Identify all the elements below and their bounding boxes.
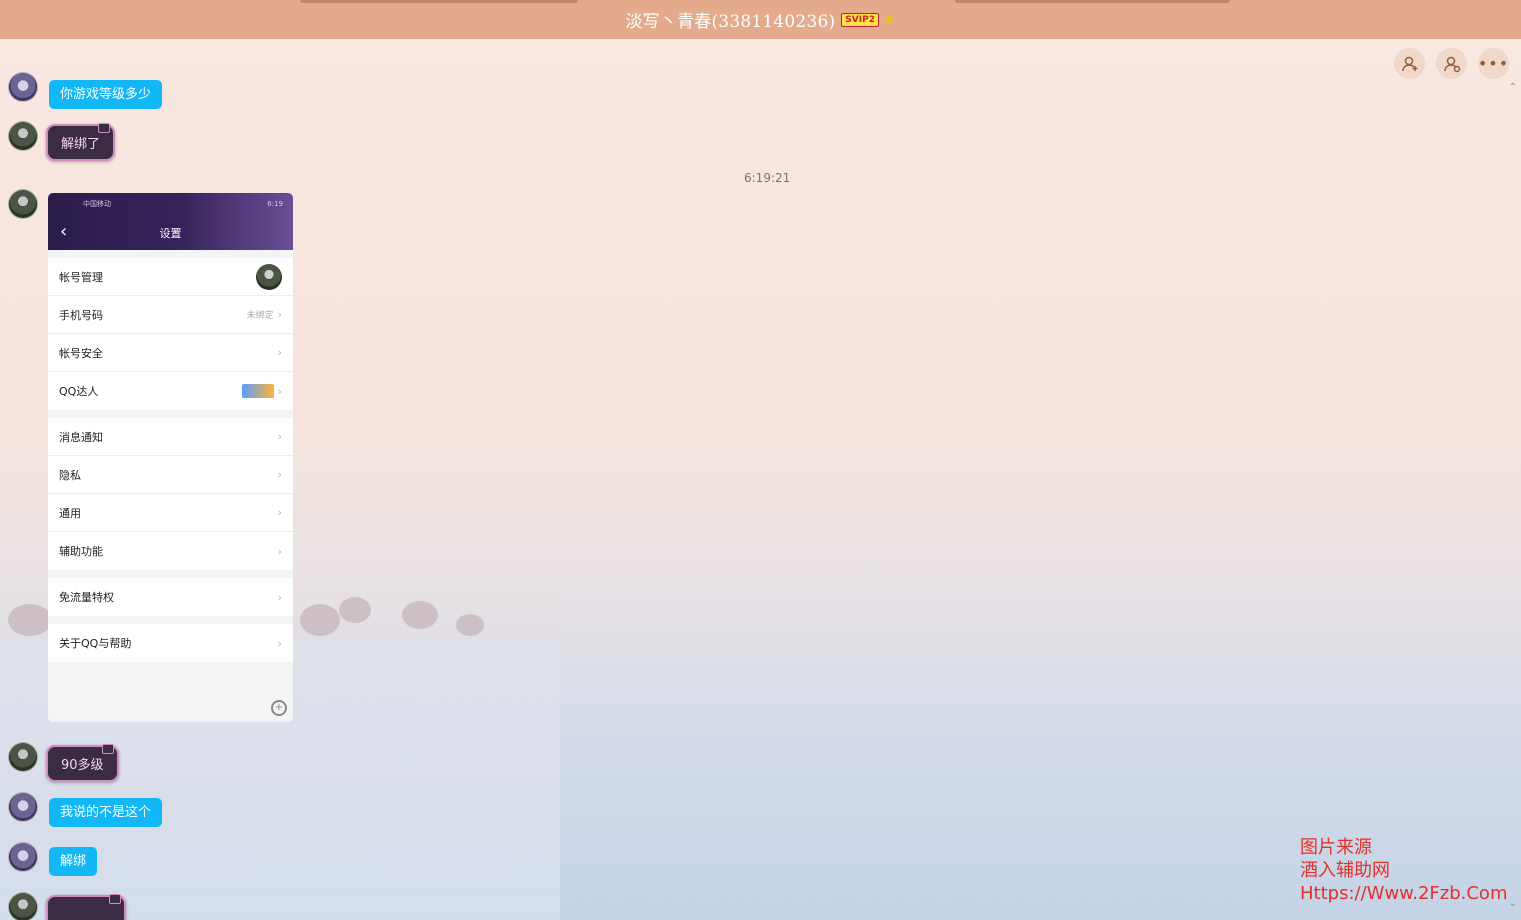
settings-row: 关于QQ与帮助 › [48,624,293,662]
my-avatar[interactable] [8,892,38,920]
row-label: 手机号码 [59,308,103,322]
title-bar: 淡写丶青春(3381140236) SVIP2 ★ [0,0,1521,39]
add-friend-icon [1401,56,1417,71]
message-bubble[interactable]: 解绑了 [46,123,116,161]
tab-shadow-left [300,0,578,3]
status-time: 6:19 [267,200,283,208]
row-label: 免流量特权 [59,591,114,604]
message-bubble[interactable]: 90多级 [46,744,119,782]
qq-expert-badge-icon [241,384,274,398]
chevron-right-icon: › [277,506,282,519]
row-label: 帐号安全 [59,346,103,360]
chevron-right-icon: › [277,346,282,359]
row-value: 未绑定 [246,311,274,321]
settings-row: 消息通知 › [48,418,293,456]
phone-status-bar: 中国移动 6:19 [48,193,293,215]
watermark: 图片来源 酒入辅助网 Https://Www.2Fzb.Com [1300,836,1507,905]
chevron-right-icon: › [277,544,282,558]
settings-row: 手机号码 未绑定 › [48,296,293,334]
friend-avatar[interactable] [8,792,38,822]
settings-group: 免流量特权 › [48,578,293,616]
chat-title: 淡写丶青春(3381140236) [625,12,836,32]
settings-group: 消息通知 › 隐私 › 通用 › 辅助功能 › [48,418,293,570]
settings-row: 通用 › [48,494,293,532]
star-icon: ★ [882,11,896,28]
row-label: 辅助功能 [59,545,103,558]
chevron-right-icon: › [277,384,282,398]
more-icon: ••• [1477,54,1510,73]
zoom-in-icon[interactable]: + [271,700,287,716]
row-label: 通用 [59,506,81,520]
message-bubble-partial[interactable] [46,894,126,920]
message-bubble[interactable]: 解绑 [49,847,98,876]
friend-settings-button[interactable] [1436,48,1467,79]
watermark-line: 图片来源 [1300,837,1372,858]
chevron-right-icon: › [277,636,282,650]
scroll-down-icon[interactable]: ⌄ [1509,898,1517,909]
watermark-line: 酒入辅助网 [1300,860,1390,881]
row-label: 消息通知 [59,430,103,444]
settings-row: 帐号管理 [48,258,293,296]
friend-settings-icon [1443,56,1460,72]
scroll-up-icon[interactable]: ⌃ [1509,82,1517,93]
message-bubble[interactable]: 我说的不是这个 [49,798,163,827]
image-message[interactable]: 中国移动 6:19 ‹ 设置 帐号管理 手机号码 未绑定 › 帐号安全 › QQ达… [48,193,293,722]
settings-row: 辅助功能 › [48,532,293,570]
friend-avatar[interactable] [8,842,38,872]
settings-row: 隐私 › [48,456,293,494]
friend-avatar[interactable] [8,72,38,102]
carrier-label: 中国移动 [83,200,111,208]
phone-nav: ‹ 设置 [48,215,293,250]
row-label: 关于QQ与帮助 [59,637,132,650]
settings-row: 免流量特权 › [48,578,293,616]
phone-header: 中国移动 6:19 ‹ 设置 [48,193,293,250]
message-timestamp: 6:19:21 [744,171,791,185]
chevron-right-icon: › [277,468,282,481]
phone-title: 设置 [159,226,182,240]
settings-group: 关于QQ与帮助 › [48,624,293,662]
my-avatar[interactable] [8,189,38,219]
row-label: 帐号管理 [59,270,103,284]
my-avatar[interactable] [8,121,38,151]
row-label: QQ达人 [59,385,99,398]
message-bubble[interactable]: 你游戏等级多少 [49,80,163,109]
settings-row: QQ达人 › [48,372,293,410]
row-label: 隐私 [59,468,81,482]
chevron-right-icon: › [277,430,282,443]
add-friend-button[interactable] [1394,48,1425,79]
my-avatar[interactable] [8,742,38,772]
watermark-line: Https://Www.2Fzb.Com [1300,883,1508,904]
back-icon: ‹ [60,221,68,242]
more-button[interactable]: ••• [1478,48,1509,79]
svip-badge: SVIP2 [841,12,879,27]
chevron-right-icon: › [277,308,282,321]
tab-shadow-right [955,0,1230,3]
settings-group: 帐号管理 手机号码 未绑定 › 帐号安全 › QQ达人 › [48,258,293,410]
settings-row: 帐号安全 › [48,334,293,372]
account-avatar [256,263,282,290]
chevron-right-icon: › [277,590,282,604]
